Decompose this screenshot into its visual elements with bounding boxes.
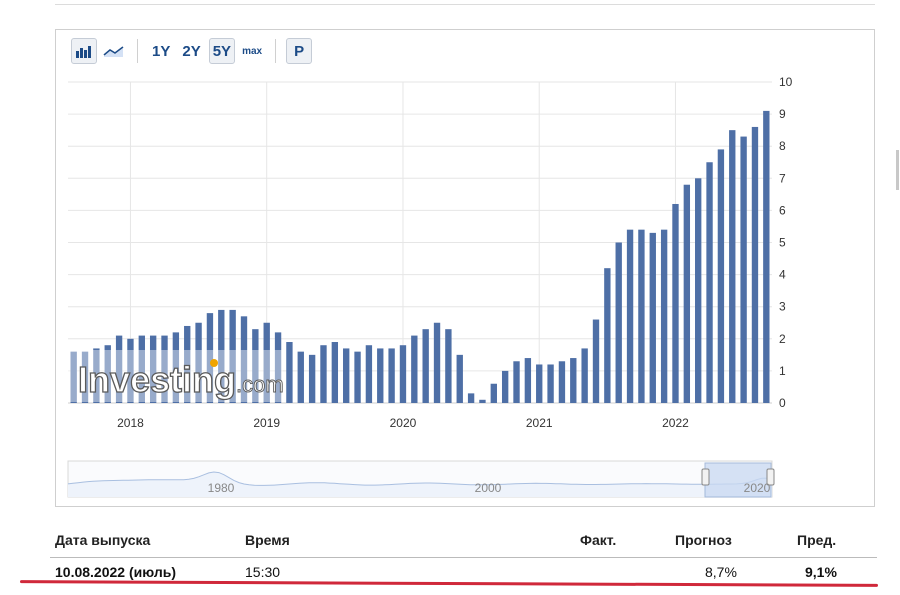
col-header-actual[interactable]: Факт. (580, 532, 616, 548)
bar-undefined[interactable] (763, 110, 770, 403)
bar-2021-11[interactable] (649, 232, 656, 403)
bar-2021-07[interactable] (604, 268, 611, 403)
bar-2022-06[interactable] (729, 130, 736, 403)
bar-2021-05[interactable] (581, 348, 588, 403)
watermark-suffix: .com (236, 372, 284, 397)
row-date: 10.08.2022 (июль) (55, 564, 176, 580)
bar-2020-06[interactable] (456, 354, 463, 403)
y-tick-label: 4 (779, 268, 786, 282)
bar-2022-07[interactable] (740, 136, 747, 403)
bar-2021-03[interactable] (558, 361, 566, 403)
col-header-previous[interactable]: Пред. (797, 532, 836, 548)
bar-2020-05[interactable] (445, 329, 452, 403)
y-tick-label: 1 (779, 364, 786, 378)
y-axis-ticks: 0 1 2 3 4 5 6 7 8 9 10 (779, 75, 793, 410)
bar-2020-12[interactable] (524, 358, 532, 403)
x-tick-label: 2020 (390, 416, 417, 430)
bar-2019-06[interactable] (320, 345, 327, 403)
y-tick-label: 8 (779, 139, 786, 153)
y-tick-label: 10 (779, 75, 793, 89)
col-header-time[interactable]: Время (245, 532, 290, 548)
bar-2020-04[interactable] (433, 322, 441, 403)
bar-2021-10[interactable] (638, 229, 645, 403)
y-tick-label: 7 (779, 171, 786, 185)
bar-2021-12[interactable] (660, 229, 668, 403)
y-tick-label: 0 (779, 396, 786, 410)
x-tick-label: 2019 (253, 416, 280, 430)
bar-2021-04[interactable] (570, 358, 577, 403)
bar-2019-05[interactable] (308, 354, 316, 403)
bar-2019-03[interactable] (286, 342, 293, 403)
y-tick-label: 2 (779, 332, 786, 346)
bar-2020-02[interactable] (411, 335, 418, 403)
col-header-forecast[interactable]: Прогноз (675, 532, 732, 548)
bar-2019-12[interactable] (388, 348, 395, 403)
investing-watermark: Investing .com (68, 350, 284, 402)
row-previous: 9,1% (805, 564, 837, 580)
bar-2019-08[interactable] (343, 348, 350, 403)
x-tick-label: 2021 (526, 416, 553, 430)
bar-undefined[interactable] (751, 126, 759, 403)
highlight-underline (19, 580, 879, 587)
navigator-year-label: 2000 (475, 481, 502, 495)
bar-2019-11[interactable] (377, 348, 384, 403)
bar-2021-06[interactable] (592, 319, 600, 403)
bar-2022-04[interactable] (706, 162, 713, 403)
bar-2021-09[interactable] (626, 229, 634, 403)
y-tick-label: 6 (779, 203, 786, 217)
range-navigator[interactable]: 1980 2000 2020 (67, 460, 775, 498)
bar-2019-09[interactable] (354, 351, 361, 403)
bar-2020-10[interactable] (501, 370, 509, 403)
bar-2020-11[interactable] (513, 361, 520, 403)
row-forecast: 8,7% (705, 564, 737, 580)
watermark-dot (210, 359, 218, 367)
bar-2020-03[interactable] (422, 329, 429, 403)
row-time: 15:30 (245, 564, 281, 580)
bar-2019-04[interactable] (297, 351, 304, 403)
x-tick-label: 2022 (662, 416, 689, 430)
bar-2020-09[interactable] (490, 383, 497, 403)
bar-2020-01[interactable] (399, 345, 407, 403)
navigator-year-label: 2020 (744, 481, 771, 495)
table-header-divider (50, 557, 877, 558)
bar-2021-08[interactable] (615, 242, 622, 404)
y-tick-label: 3 (779, 300, 786, 314)
bar-2020-07[interactable] (467, 393, 475, 403)
x-axis-ticks: 2018 2019 2020 2021 2022 (117, 416, 689, 430)
bar-2019-07[interactable] (331, 342, 339, 403)
x-tick-label: 2018 (117, 416, 144, 430)
bar-2020-08[interactable] (479, 399, 486, 403)
bar-2021-01[interactable] (536, 364, 543, 403)
y-tick-label: 9 (779, 107, 786, 121)
bar-2022-05[interactable] (717, 149, 725, 403)
bar-2021-02[interactable] (547, 364, 554, 403)
bar-2019-10[interactable] (365, 345, 373, 403)
inflation-bar-chart: Investing .com 0 1 2 3 4 5 6 7 8 9 10 2018 2019 2020… (67, 75, 793, 498)
bar-2022-02[interactable] (683, 184, 691, 403)
bar-2022-01[interactable] (672, 203, 679, 403)
y-tick-label: 5 (779, 236, 786, 250)
navigator-handle[interactable] (701, 468, 710, 486)
bar-2022-03[interactable] (695, 178, 702, 403)
navigator-year-label: 1980 (208, 481, 235, 495)
col-header-date[interactable]: Дата выпуска (55, 532, 150, 548)
